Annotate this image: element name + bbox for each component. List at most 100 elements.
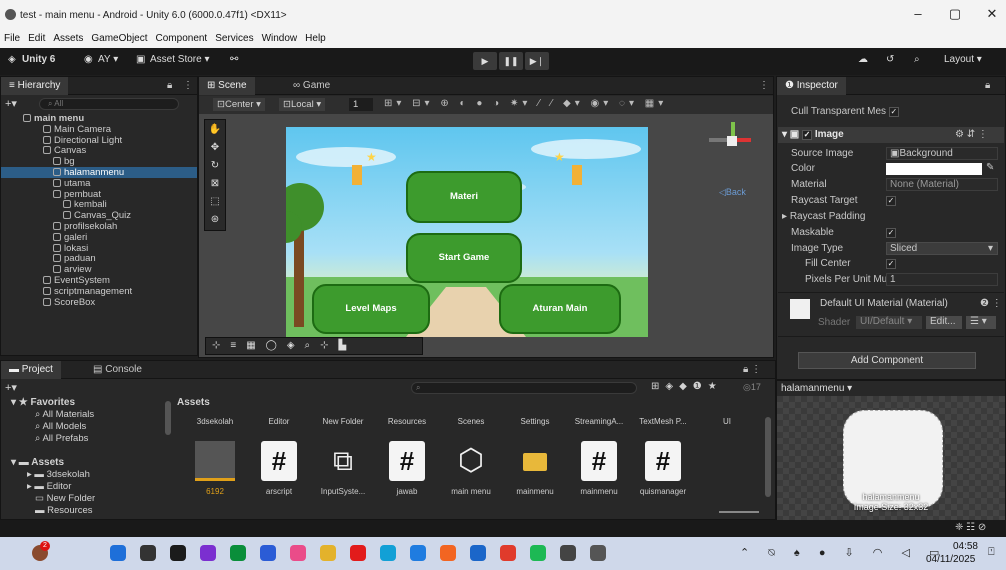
menu-gameobject[interactable]: GameObject xyxy=(87,32,151,45)
tree-folder-new[interactable]: ▭ New Folder xyxy=(35,493,95,504)
eyedropper-icon[interactable]: ✎ xyxy=(986,162,994,173)
material-settings-icon[interactable]: ❷ ⋮ xyxy=(980,298,1002,309)
asset-folder[interactable]: UI xyxy=(699,417,755,426)
version-control-icon[interactable]: ⚯ xyxy=(230,54,238,65)
hierarchy-item[interactable]: bg xyxy=(1,156,197,167)
add-component-button[interactable]: Add Component xyxy=(798,352,976,369)
spotify-icon[interactable] xyxy=(530,545,546,561)
lock-icon[interactable]: 🔒︎ ⋮ xyxy=(741,361,763,379)
scale-tool-icon[interactable]: ⊠ xyxy=(205,178,225,189)
tree-folder-editor[interactable]: ▸ ▬ Editor xyxy=(27,481,71,492)
asset-file[interactable]: # quismanager xyxy=(635,441,691,496)
menu-assets[interactable]: Assets xyxy=(49,32,87,45)
notification-center-icon[interactable]: ⍞ xyxy=(988,546,995,559)
unity-version-button[interactable]: Unity 6 xyxy=(22,54,55,65)
asset-folder[interactable]: StreamingA... xyxy=(571,417,627,426)
pause-button[interactable]: ❚❚ xyxy=(499,52,523,70)
hierarchy-item[interactable]: galeri xyxy=(1,232,197,243)
asset-store-dropdown[interactable]: Asset Store ▾ xyxy=(150,54,210,65)
edge-icon[interactable] xyxy=(380,545,396,561)
shader-edit-button[interactable]: Edit... xyxy=(926,316,962,329)
rotate-tool-icon[interactable]: ↻ xyxy=(205,160,225,171)
favorites-header[interactable]: ▾ ★ Favorites xyxy=(11,397,75,408)
app-icon[interactable] xyxy=(470,545,486,561)
hierarchy-item[interactable]: Main Camera xyxy=(1,124,197,135)
shader-options-button[interactable]: ☰ ▾ xyxy=(966,316,996,329)
close-button[interactable]: ✕ xyxy=(982,6,1002,22)
lock-icon[interactable]: 🔒︎ xyxy=(983,77,992,95)
asset-folder[interactable]: Settings xyxy=(507,417,563,426)
chrome-icon[interactable] xyxy=(500,545,516,561)
tree-scrollbar[interactable] xyxy=(165,401,171,435)
image-type-dropdown[interactable]: Sliced ▾ xyxy=(886,242,998,255)
tree-folder-resources[interactable]: ▬ Resources xyxy=(35,505,93,516)
menu-edit[interactable]: Edit xyxy=(24,32,49,45)
tab-game[interactable]: ∞ Game xyxy=(285,77,338,95)
search-icon[interactable] xyxy=(140,545,156,561)
app-icon[interactable] xyxy=(410,545,426,561)
asset-file[interactable]: mainmenu xyxy=(507,441,563,496)
hierarchy-item[interactable]: arview xyxy=(1,264,197,275)
hierarchy-item[interactable]: Canvas xyxy=(1,145,197,156)
transform-tool-icon[interactable]: ⊛ xyxy=(205,214,225,225)
menu-services[interactable]: Services xyxy=(211,32,257,45)
raycast-padding-foldout[interactable]: ▸ Raycast Padding xyxy=(782,211,865,222)
rect-tool-icon[interactable]: ⬚ xyxy=(205,196,225,207)
source-image-field[interactable]: ▣Background xyxy=(886,147,998,160)
asset-file[interactable]: # mainmenu xyxy=(571,441,627,496)
status-icons[interactable]: ❈ ☷ ⊘ xyxy=(955,522,986,533)
add-object-button[interactable]: +▾ xyxy=(5,97,17,110)
panel-menu-icon[interactable]: ⋮ xyxy=(757,77,771,95)
opera-icon[interactable] xyxy=(350,545,366,561)
raycast-target-checkbox[interactable]: ✓ xyxy=(886,195,896,206)
search-icon[interactable]: ⌕ xyxy=(914,54,920,65)
cull-transparent-checkbox[interactable]: ✓ xyxy=(888,107,899,117)
hierarchy-item[interactable]: ScoreBox xyxy=(1,297,197,308)
image-enabled-checkbox[interactable]: ✓ xyxy=(802,130,813,140)
material-field[interactable]: None (Material) xyxy=(886,178,998,191)
history-icon[interactable]: ↺ xyxy=(886,54,894,65)
fav-all-materials[interactable]: ⌕ All Materials xyxy=(35,409,94,420)
taskview-icon[interactable] xyxy=(170,545,186,561)
tab-hierarchy[interactable]: ≡ Hierarchy xyxy=(1,77,69,95)
maskable-checkbox[interactable]: ✓ xyxy=(886,227,896,238)
app-icon[interactable] xyxy=(560,545,576,561)
asset-file[interactable]: ⬡ main menu xyxy=(443,441,499,496)
materi-button[interactable]: Materi xyxy=(406,171,522,223)
asset-file[interactable]: 6192 xyxy=(187,441,243,496)
asset-file[interactable]: # jawab xyxy=(379,441,435,496)
asset-breadcrumb[interactable]: Assets xyxy=(177,397,210,408)
hierarchy-item[interactable]: profilsekolah xyxy=(1,221,197,232)
grid-size-input[interactable]: 1 xyxy=(349,98,373,111)
space-dropdown[interactable]: ⊡Local ▾ xyxy=(279,98,326,111)
hierarchy-search-input[interactable]: ⌕ All xyxy=(39,98,179,110)
hierarchy-item[interactable]: Directional Light xyxy=(1,135,197,146)
menu-file[interactable]: File xyxy=(0,32,24,45)
hierarchy-item[interactable]: lokasi xyxy=(1,243,197,254)
fav-all-prefabs[interactable]: ⌕ All Prefabs xyxy=(35,433,88,444)
system-tray-icons[interactable]: ⌃ ⍉ ♠ ● ⇩ ◠ ◁ ▭ xyxy=(740,546,947,560)
component-settings-icon[interactable]: ⚙ ⇵ ⋮ xyxy=(955,129,988,140)
hierarchy-item[interactable]: halamanmenu xyxy=(1,167,197,178)
cloud-icon[interactable]: ☁ xyxy=(858,54,868,65)
hierarchy-item[interactable]: Canvas_Quiz xyxy=(1,210,197,221)
asset-folder[interactable]: TextMesh P... xyxy=(635,417,691,426)
maximize-button[interactable]: ▢ xyxy=(945,6,965,22)
app-icon[interactable] xyxy=(290,545,306,561)
move-tool-icon[interactable]: ✥ xyxy=(205,142,225,153)
hierarchy-item[interactable]: paduan xyxy=(1,253,197,264)
preview-dropdown[interactable]: halamanmenu ▾ xyxy=(781,383,852,394)
start-icon[interactable] xyxy=(110,545,126,561)
asset-folder[interactable]: 3dsekolah xyxy=(187,417,243,426)
create-asset-button[interactable]: +▾ xyxy=(5,381,17,394)
level-maps-button[interactable]: Level Maps xyxy=(312,284,430,334)
aturan-main-button[interactable]: Aturan Main xyxy=(499,284,621,334)
menu-window[interactable]: Window xyxy=(258,32,302,45)
asset-folder[interactable]: New Folder xyxy=(315,417,371,426)
asset-file[interactable]: # arscript xyxy=(251,441,307,496)
tree-folder-3dsekolah[interactable]: ▸ ▬ 3dsekolah xyxy=(27,469,90,480)
asset-scrollbar[interactable] xyxy=(765,417,771,497)
clock-date[interactable]: 04/11/2025 xyxy=(926,554,986,565)
assets-tree-root[interactable]: ▾ ▬ Assets xyxy=(11,457,64,468)
panel-menu-icon[interactable]: ⋮ xyxy=(181,77,195,95)
